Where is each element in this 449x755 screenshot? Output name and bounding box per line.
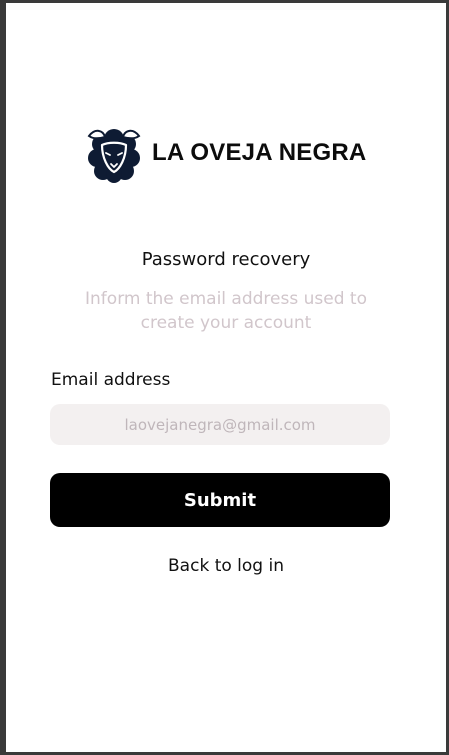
email-field[interactable] — [50, 404, 390, 445]
page-subtitle: Inform the email address used to create … — [85, 289, 367, 333]
brand-name: LA OVEJA NEGRA — [152, 139, 367, 166]
device-frame: LA OVEJA NEGRA Password recovery Inform … — [0, 0, 449, 755]
back-to-login-link[interactable]: Back to log in — [6, 556, 446, 576]
sheep-icon — [87, 129, 141, 183]
password-recovery-screen: LA OVEJA NEGRA Password recovery Inform … — [6, 3, 446, 752]
page-title: Password recovery — [141, 249, 311, 270]
brand-header: LA OVEJA NEGRA — [83, 122, 366, 184]
email-label: Email address — [51, 370, 171, 390]
submit-button[interactable]: Submit — [50, 473, 390, 527]
